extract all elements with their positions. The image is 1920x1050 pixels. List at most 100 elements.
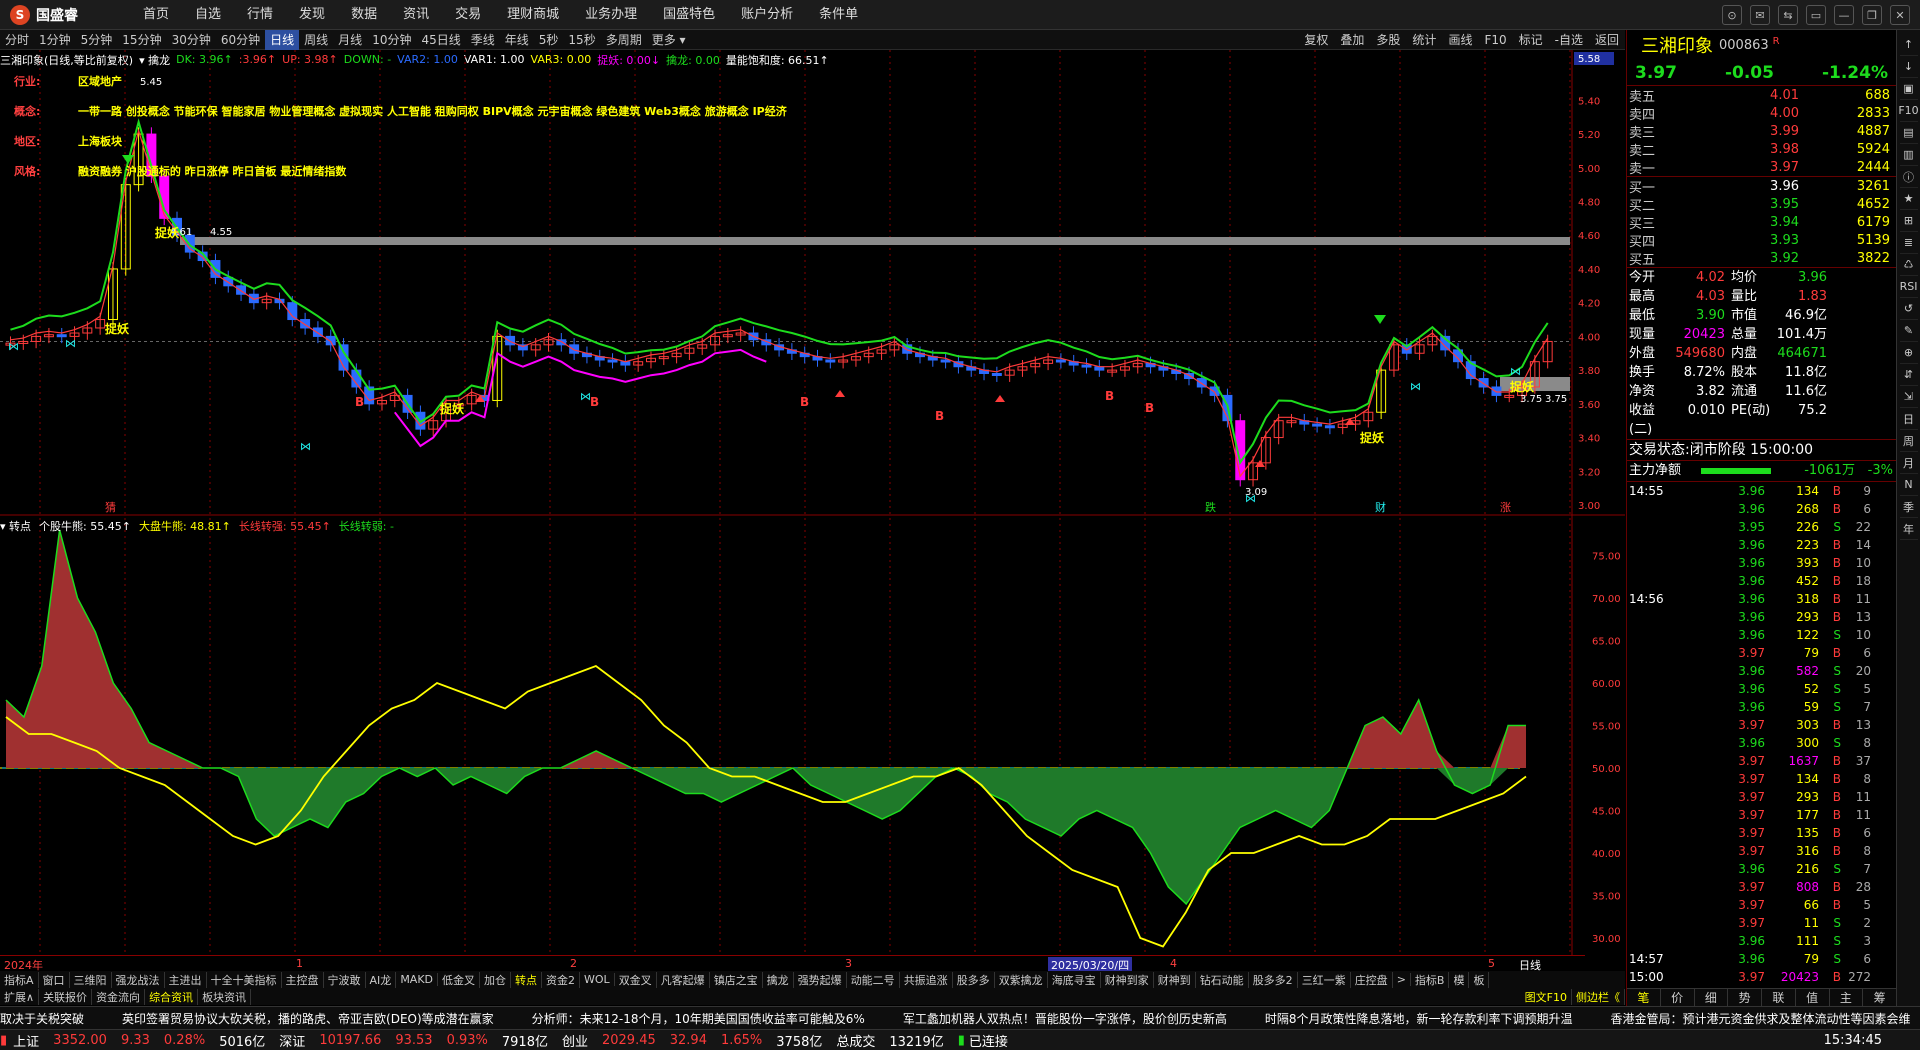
indicator-tab-4[interactable]: 主进出	[165, 971, 207, 988]
quote-tab-3[interactable]: 势	[1728, 989, 1762, 1006]
menu-item-5[interactable]: 资讯	[390, 0, 442, 30]
indicator-tab-15[interactable]: 双金叉	[615, 971, 657, 988]
menu-item-0[interactable]: 首页	[130, 0, 182, 30]
bids-row[interactable]: 买二 3.95 4652	[1627, 195, 1896, 214]
asks-row[interactable]: 卖五 4.01 688	[1627, 86, 1896, 105]
news-item[interactable]: 英印签署贸易协议大砍关税，播的路虎、帝亚吉欧(DEO)等成潜在赢家	[122, 1010, 494, 1027]
info-right-tool-1[interactable]: 侧边栏《	[1572, 988, 1625, 1005]
period-tab-2[interactable]: 5分钟	[76, 30, 118, 50]
side-tool-icon-2[interactable]: ▣	[1899, 78, 1918, 100]
info-tab-0[interactable]: 扩展∧	[0, 988, 40, 1005]
side-tool-icon-18[interactable]: 周	[1899, 430, 1918, 452]
side-tool-icon-9[interactable]: ≣	[1899, 232, 1918, 254]
period-tab-5[interactable]: 60分钟	[216, 30, 265, 50]
period-tab-16[interactable]: 更多 ▾	[647, 30, 691, 50]
period-tab-0[interactable]: 分时	[0, 30, 34, 50]
sh-label[interactable]: 上证	[13, 1031, 39, 1050]
period-tab-11[interactable]: 季线	[466, 30, 500, 50]
side-tool-icon-19[interactable]: 月	[1899, 452, 1918, 474]
side-tool-icon-5[interactable]: ▥	[1899, 144, 1918, 166]
side-tool-icon-22[interactable]: 年	[1899, 518, 1918, 540]
quote-tab-2[interactable]: 细	[1695, 989, 1729, 1006]
side-tool-icon-20[interactable]: N	[1899, 474, 1918, 496]
indicator-tab-12[interactable]: 转点	[511, 971, 543, 988]
info-tab-3[interactable]: 综合资讯	[145, 988, 199, 1005]
quote-tab-7[interactable]: 筹	[1863, 989, 1897, 1006]
news-item[interactable]: 取决于关税突破	[0, 1010, 84, 1027]
event-mark[interactable]: 跌	[1205, 500, 1216, 514]
indicator-tab-3[interactable]: 强龙战法	[112, 971, 165, 988]
side-tool-icon-16[interactable]: ⇲	[1899, 386, 1918, 408]
event-mark[interactable]: 猜	[105, 501, 116, 514]
app-logo[interactable]: S 国盛睿	[0, 4, 130, 25]
menu-item-2[interactable]: 行情	[234, 0, 286, 30]
news-item[interactable]: 香港金管局：预计港元资金供求及整体流动性等因素会维	[1611, 1010, 1911, 1027]
bids-row[interactable]: 买四 3.93 5139	[1627, 231, 1896, 250]
window-control-icon-1[interactable]: ✉	[1750, 5, 1770, 25]
period-tab-6[interactable]: 日线	[265, 29, 300, 50]
chart-tool-0[interactable]: 复权	[1298, 30, 1334, 50]
indicator-tab-31[interactable]: >	[1393, 973, 1411, 986]
side-tool-icon-4[interactable]: ▤	[1899, 122, 1918, 144]
quote-tab-6[interactable]: 主	[1830, 989, 1864, 1006]
chart-tool-4[interactable]: 画线	[1442, 30, 1478, 50]
side-tool-icon-7[interactable]: ★	[1899, 188, 1918, 210]
side-tool-icon-1[interactable]: ↓	[1899, 56, 1918, 78]
window-control-icon-4[interactable]: —	[1834, 5, 1854, 25]
indicator-tab-17[interactable]: 镇店之宝	[710, 971, 763, 988]
menu-item-3[interactable]: 发现	[286, 0, 338, 30]
indicator-tab-21[interactable]: 共振追涨	[900, 971, 953, 988]
news-item[interactable]: 分析师：未来12-18个月，10年期美国国债收益率可能触及6%	[532, 1010, 865, 1027]
kline-chart[interactable]: 5.58 5.40 5.20 5.00 4.80 4.60 4.40 4.20 4.00 3.80…	[0, 50, 1625, 955]
indicator-tab-34[interactable]: 板	[1469, 971, 1490, 988]
side-tool-icon-13[interactable]: ✎	[1899, 320, 1918, 342]
indicator-tab-14[interactable]: WOL	[580, 973, 615, 986]
side-tool-icon-15[interactable]: ⇵	[1899, 364, 1918, 386]
period-tab-9[interactable]: 10分钟	[367, 30, 416, 50]
chart-tool-5[interactable]: F10	[1478, 30, 1512, 50]
side-tool-icon-21[interactable]: 季	[1899, 496, 1918, 518]
side-tool-icon-17[interactable]: 日	[1899, 408, 1918, 430]
indicator-tab-18[interactable]: 擒龙	[763, 971, 794, 988]
asks-row[interactable]: 卖四 4.00 2833	[1627, 104, 1896, 123]
side-tool-icon-8[interactable]: ⊞	[1899, 210, 1918, 232]
indicator-tab-32[interactable]: 指标B	[1411, 971, 1450, 988]
indicator-tab-13[interactable]: 资金2	[542, 971, 581, 988]
indicator-tab-6[interactable]: 主控盘	[282, 971, 324, 988]
side-tool-icon-12[interactable]: ↺	[1899, 298, 1918, 320]
indicator-tab-2[interactable]: 三维阳	[70, 971, 112, 988]
indicator-tab-10[interactable]: 低金叉	[438, 971, 481, 988]
indicator-tab-8[interactable]: AI龙	[366, 971, 397, 988]
info-tab-1[interactable]: 关联报价	[39, 988, 93, 1005]
stock-title[interactable]: 三湘印象 000863 R	[1627, 30, 1896, 60]
menu-item-8[interactable]: 业务办理	[572, 0, 650, 30]
chart-tool-7[interactable]: -自选	[1549, 30, 1589, 50]
bids-row[interactable]: 买三 3.94 6179	[1627, 213, 1896, 232]
indicator-tab-0[interactable]: 指标A	[0, 971, 39, 988]
info-tab-4[interactable]: 板块资讯	[198, 988, 252, 1005]
news-ticker[interactable]: 取决于关税突破 英印签署贸易协议大砍关税，播的路虎、帝亚吉欧(DEO)等成潜在赢家…	[0, 1006, 1920, 1029]
indicator-tab-27[interactable]: 钻石动能	[1196, 971, 1249, 988]
menu-item-4[interactable]: 数据	[338, 0, 390, 30]
indicator-tab-23[interactable]: 双紫擒龙	[995, 971, 1048, 988]
indicator-tab-1[interactable]: 窗口	[39, 971, 70, 988]
period-tab-10[interactable]: 45日线	[416, 30, 465, 50]
tick-list[interactable]: 14:55 3.96 134 B 9 3.96 268 B 6 3.95 226 S 22 3.96 223…	[1627, 482, 1896, 986]
bids-row[interactable]: 买五 3.92 3822	[1627, 249, 1896, 268]
period-tab-7[interactable]: 周线	[299, 30, 333, 50]
chart-tool-6[interactable]: 标记	[1513, 30, 1549, 50]
event-mark[interactable]: 财	[1375, 500, 1386, 514]
window-control-icon-5[interactable]: ❐	[1862, 5, 1882, 25]
menu-item-6[interactable]: 交易	[442, 0, 494, 30]
indicator-tab-29[interactable]: 三红一紫	[1298, 971, 1351, 988]
chart-tool-2[interactable]: 多股	[1370, 30, 1406, 50]
period-tab-4[interactable]: 30分钟	[167, 30, 216, 50]
window-control-icon-6[interactable]: ✕	[1890, 5, 1910, 25]
asks-row[interactable]: 卖三 3.99 4887	[1627, 122, 1896, 141]
indicator-tab-30[interactable]: 庄控盘	[1351, 971, 1393, 988]
info-right-tool-0[interactable]: 图文F10	[1521, 988, 1572, 1005]
quote-tab-5[interactable]: 值	[1796, 989, 1830, 1006]
window-control-icon-0[interactable]: ⊙	[1722, 5, 1742, 25]
side-tool-icon-14[interactable]: ⊕	[1899, 342, 1918, 364]
side-tool-icon-10[interactable]: ♺	[1899, 254, 1918, 276]
